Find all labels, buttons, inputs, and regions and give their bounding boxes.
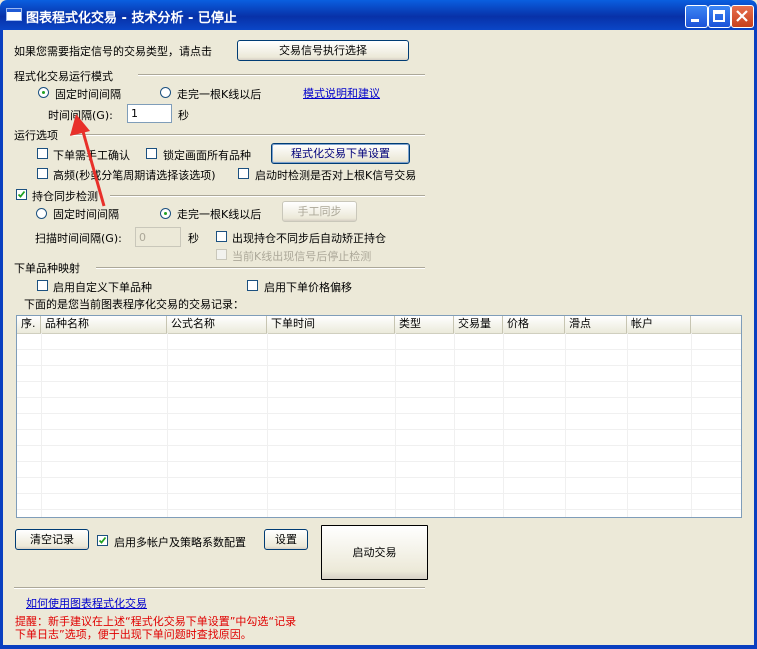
- account-settings-button[interactable]: 设置: [264, 529, 308, 550]
- multi-account-label: 启用多帐户及策略系数配置: [114, 536, 246, 549]
- run-options-header: 运行选项: [14, 129, 58, 142]
- bottom-divider: [14, 587, 425, 589]
- multi-account-checkbox[interactable]: [97, 535, 108, 546]
- run-mode-header: 程式化交易运行模式: [14, 70, 113, 83]
- sync-kline-radio[interactable]: [160, 208, 171, 219]
- sync-fixed-radio[interactable]: [36, 208, 47, 219]
- minimize-icon: [691, 19, 699, 22]
- order-mapping-header: 下单品种映射: [14, 262, 80, 275]
- title-bar[interactable]: 图表程式化交易 - 技术分析 - 已停止: [0, 0, 757, 30]
- table-row-gridline: [17, 413, 741, 414]
- scan-interval-input[interactable]: 0: [135, 227, 181, 247]
- interval-input[interactable]: 1: [127, 104, 172, 123]
- run-mode-divider: [138, 74, 425, 76]
- scan-interval-unit: 秒: [188, 232, 199, 245]
- table-column-gridline: [167, 333, 168, 517]
- run-mode-fixed-radio[interactable]: [38, 87, 49, 98]
- run-mode-fixed-label: 固定时间间隔: [55, 88, 121, 101]
- manual-confirm-checkbox[interactable]: [37, 148, 48, 159]
- price-offset-label: 启用下单价格偏移: [264, 281, 352, 294]
- column-header-type[interactable]: 类型: [395, 316, 454, 333]
- order-settings-button[interactable]: 程式化交易下单设置: [271, 143, 410, 164]
- howto-link[interactable]: 如何使用图表程式化交易: [26, 595, 147, 611]
- records-table-header: 序. 品种名称 公式名称 下单时间 类型 交易量 价格 滑点 帐户: [17, 316, 741, 334]
- start-trading-button[interactable]: 启动交易: [321, 525, 428, 580]
- window-title: 图表程式化交易 - 技术分析 - 已停止: [26, 11, 237, 26]
- run-mode-kline-radio[interactable]: [160, 87, 171, 98]
- app-icon: [6, 8, 22, 21]
- price-offset-checkbox[interactable]: [247, 280, 258, 291]
- scan-interval-label: 扫描时间间隔(G):: [35, 232, 122, 245]
- column-header-price[interactable]: 价格: [503, 316, 565, 333]
- check-on-start-label: 启动时检测是否对上根K信号交易: [255, 169, 417, 182]
- table-column-gridline: [395, 333, 396, 517]
- column-header-symbol[interactable]: 品种名称: [41, 316, 167, 333]
- manual-sync-button[interactable]: 手工同步: [282, 201, 357, 222]
- records-table[interactable]: 序. 品种名称 公式名称 下单时间 类型 交易量 价格 滑点 帐户: [16, 315, 742, 518]
- maximize-icon: [713, 10, 725, 22]
- column-header-index[interactable]: 序.: [17, 316, 41, 333]
- table-row-gridline: [17, 381, 741, 382]
- check-icon: [17, 190, 26, 198]
- position-sync-checkbox[interactable]: [16, 189, 27, 200]
- auto-correct-label: 出现持仓不同步后自动矫正持仓: [232, 232, 386, 245]
- close-icon: [736, 10, 748, 22]
- column-header-account[interactable]: 帐户: [627, 316, 691, 333]
- table-row-gridline: [17, 461, 741, 462]
- order-mapping-divider: [96, 267, 425, 269]
- table-row-gridline: [17, 365, 741, 366]
- table-row-gridline: [17, 493, 741, 494]
- table-row-gridline: [17, 477, 741, 478]
- high-freq-checkbox[interactable]: [37, 168, 48, 179]
- signal-select-prompt: 如果您需要指定信号的交易类型，请点击: [14, 45, 212, 58]
- run-options-divider: [70, 134, 425, 136]
- scan-interval-value: 0: [139, 231, 146, 244]
- position-sync-divider: [110, 195, 425, 197]
- sync-kline-label: 走完一根K线以后: [177, 208, 262, 221]
- lock-all-checkbox[interactable]: [146, 148, 157, 159]
- run-mode-kline-label: 走完一根K线以后: [177, 88, 262, 101]
- table-column-gridline: [503, 333, 504, 517]
- auto-correct-checkbox[interactable]: [216, 231, 227, 242]
- table-column-gridline: [691, 333, 692, 517]
- custom-symbol-checkbox[interactable]: [37, 280, 48, 291]
- close-button[interactable]: [731, 5, 754, 28]
- table-column-gridline: [627, 333, 628, 517]
- table-column-gridline: [454, 333, 455, 517]
- check-icon: [98, 536, 107, 544]
- annotation-arrow-icon: [70, 114, 106, 207]
- column-header-order-time[interactable]: 下单时间: [267, 316, 395, 333]
- records-label: 下面的是您当前图表程序化交易的交易记录：: [24, 298, 244, 311]
- interval-value: 1: [131, 107, 138, 120]
- mode-help-link[interactable]: 模式说明和建议: [303, 85, 380, 101]
- signal-select-button[interactable]: 交易信号执行选择: [237, 40, 409, 61]
- table-column-gridline: [41, 333, 42, 517]
- tip-line-2: 下单日志”选项，便于出现下单问题时查找原因。: [15, 628, 252, 641]
- table-row-gridline: [17, 349, 741, 350]
- maximize-button[interactable]: [708, 5, 731, 28]
- table-column-gridline: [565, 333, 566, 517]
- table-row-gridline: [17, 509, 741, 510]
- column-header-volume[interactable]: 交易量: [454, 316, 503, 333]
- interval-unit: 秒: [178, 109, 189, 122]
- lock-all-label: 锁定画面所有品种: [163, 149, 251, 162]
- check-on-start-checkbox[interactable]: [238, 168, 249, 179]
- table-row-gridline: [17, 397, 741, 398]
- clear-records-button[interactable]: 清空记录: [15, 529, 89, 550]
- table-row-gridline: [17, 445, 741, 446]
- column-header-slippage[interactable]: 滑点: [565, 316, 627, 333]
- minimize-button[interactable]: [685, 5, 708, 28]
- table-row-gridline: [17, 429, 741, 430]
- table-column-gridline: [267, 333, 268, 517]
- column-header-formula[interactable]: 公式名称: [167, 316, 267, 333]
- stop-check-checkbox[interactable]: [216, 249, 227, 260]
- custom-symbol-label: 启用自定义下单品种: [53, 281, 152, 294]
- stop-check-label: 当前K线出现信号后停止检测: [232, 250, 372, 263]
